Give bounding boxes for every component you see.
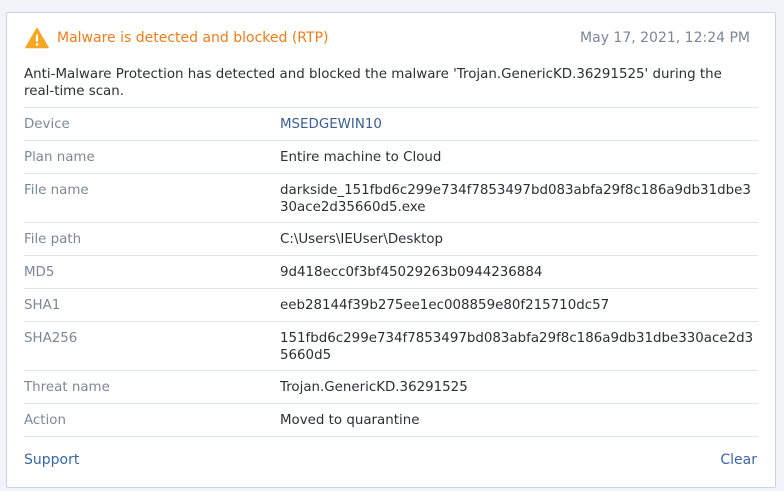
alert-timestamp: May 17, 2021, 12:24 PM	[580, 30, 750, 46]
detail-row-file-name: File name darkside_151fbd6c299e734f78534…	[24, 174, 758, 223]
detail-label: Action	[24, 413, 66, 428]
detail-label: File path	[24, 232, 82, 247]
detail-label: Plan name	[24, 150, 95, 165]
alert-card: Malware is detected and blocked (RTP) Ma…	[6, 12, 776, 488]
detail-row-action: Action Moved to quarantine	[24, 404, 758, 437]
clear-button[interactable]: Clear	[720, 452, 757, 468]
detail-value: eeb28144f39b275ee1ec008859e80f215710dc57	[280, 298, 610, 313]
detail-value: Moved to quarantine	[280, 413, 420, 428]
detail-row-sha256: SHA256 151fbd6c299e734f7853497bd083abfa2…	[24, 322, 758, 371]
detail-value: 9d418ecc0f3bf45029263b0944236884	[280, 265, 543, 280]
detail-row-device: Device MSEDGEWIN10	[24, 108, 758, 141]
detail-row-md5: MD5 9d418ecc0f3bf45029263b0944236884	[24, 256, 758, 289]
detail-label: File name	[24, 183, 89, 198]
detail-row-file-path: File path C:\Users\IEUser\Desktop	[24, 223, 758, 256]
support-link[interactable]: Support	[24, 452, 79, 468]
detail-label: SHA1	[24, 298, 61, 313]
detail-label: Device	[24, 117, 70, 132]
warning-triangle-icon	[25, 27, 49, 49]
detail-label: Threat name	[24, 380, 110, 395]
device-link[interactable]: MSEDGEWIN10	[280, 108, 758, 140]
detail-label: MD5	[24, 265, 55, 280]
alert-description: Anti-Malware Protection has detected and…	[24, 67, 722, 99]
alert-title: Malware is detected and blocked (RTP)	[57, 30, 329, 46]
alert-header: Malware is detected and blocked (RTP) Ma…	[7, 13, 775, 61]
detail-value: darkside_151fbd6c299e734f7853497bd083abf…	[280, 183, 751, 215]
detail-row-plan-name: Plan name Entire machine to Cloud	[24, 141, 758, 174]
detail-value: Entire machine to Cloud	[280, 150, 442, 165]
detail-row-sha1: SHA1 eeb28144f39b275ee1ec008859e80f21571…	[24, 289, 758, 322]
detail-value: Trojan.GenericKD.36291525	[280, 380, 468, 395]
detail-label: SHA256	[24, 331, 78, 346]
detail-value: C:\Users\IEUser\Desktop	[280, 232, 444, 247]
detail-value: 151fbd6c299e734f7853497bd083abfa29f8c186…	[280, 331, 754, 363]
details-table: Device MSEDGEWIN10 Plan name Entire mach…	[24, 107, 758, 437]
detail-row-threat-name: Threat name Trojan.GenericKD.36291525	[24, 371, 758, 404]
